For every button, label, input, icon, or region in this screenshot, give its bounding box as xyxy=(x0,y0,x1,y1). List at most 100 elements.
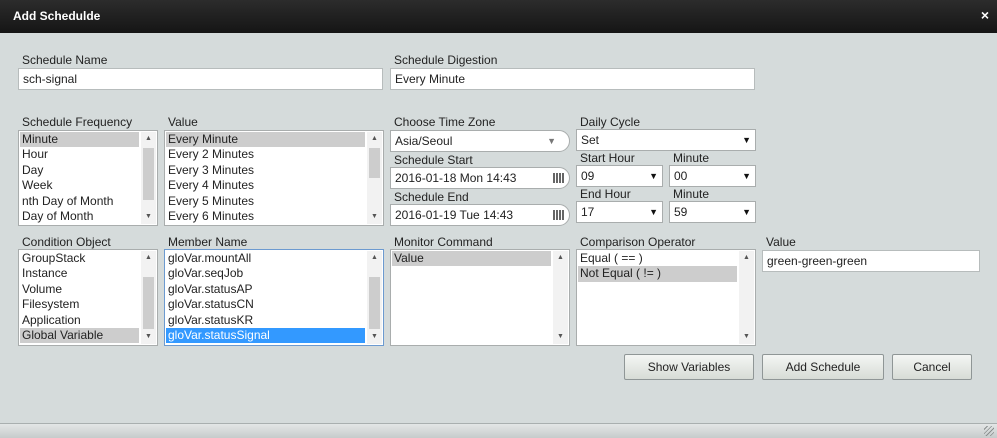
start-hour-value: 09 xyxy=(581,169,595,183)
show-variables-button[interactable]: Show Variables xyxy=(624,354,754,380)
scroll-up-icon[interactable]: ▲ xyxy=(367,132,382,146)
list-item[interactable]: Minute xyxy=(20,132,139,148)
comparison-operator-label: Comparison Operator xyxy=(580,235,696,249)
list-item[interactable]: Day xyxy=(20,163,139,178)
scrollbar[interactable]: ▲ ▼ xyxy=(367,132,382,224)
scroll-down-icon[interactable]: ▼ xyxy=(739,330,754,344)
time-zone-select[interactable]: Asia/Seoul ▼ xyxy=(390,130,570,152)
end-minute-select[interactable]: 59 ▼ xyxy=(669,201,756,223)
scroll-up-icon[interactable]: ▲ xyxy=(141,251,156,265)
condition-object-list[interactable]: GroupStack Instance Volume Filesystem Ap… xyxy=(18,249,158,346)
schedule-digestion-input[interactable]: Every Minute xyxy=(390,68,755,90)
calendar-icon[interactable] xyxy=(553,210,565,220)
schedule-end-input[interactable]: 2016-01-19 Tue 14:43 xyxy=(390,204,570,226)
schedule-name-input[interactable]: sch-signal xyxy=(18,68,383,90)
scrollbar[interactable]: ▲ ▼ xyxy=(367,251,382,344)
chevron-down-icon: ▼ xyxy=(742,207,751,217)
dialog-title: Add Schedulde xyxy=(13,9,101,23)
list-item[interactable]: Value xyxy=(392,251,551,267)
compare-value-input[interactable]: green-green-green xyxy=(762,250,980,272)
list-item[interactable]: gloVar.mountAll xyxy=(166,251,365,266)
member-name-label: Member Name xyxy=(168,235,248,249)
list-item[interactable]: GroupStack xyxy=(20,251,139,266)
value-list[interactable]: Every Minute Every 2 Minutes Every 3 Min… xyxy=(164,130,384,226)
time-zone-label: Choose Time Zone xyxy=(394,115,496,129)
end-hour-select[interactable]: 17 ▼ xyxy=(576,201,663,223)
scrollbar-thumb[interactable] xyxy=(143,148,154,200)
resize-grip-icon[interactable] xyxy=(984,426,994,436)
schedule-start-label: Schedule Start xyxy=(394,153,473,167)
schedule-end-value: 2016-01-19 Tue 14:43 xyxy=(395,208,514,222)
list-item[interactable]: Day of Month xyxy=(20,209,139,224)
list-item[interactable]: nth Day of Month xyxy=(20,194,139,209)
list-item[interactable]: Hour xyxy=(20,147,139,162)
dialog-title-bar: Add Schedulde × xyxy=(0,0,997,33)
list-item[interactable]: Every 4 Minutes xyxy=(166,178,365,193)
scroll-up-icon[interactable]: ▲ xyxy=(367,251,382,265)
dialog-body: Schedule Name sch-signal Schedule Digest… xyxy=(0,33,997,423)
condition-object-label: Condition Object xyxy=(22,235,111,249)
chevron-down-icon: ▼ xyxy=(649,171,658,181)
list-item[interactable]: Volume xyxy=(20,282,139,297)
scrollbar-thumb[interactable] xyxy=(369,148,380,178)
calendar-icon[interactable] xyxy=(553,173,565,183)
start-minute-value: 00 xyxy=(674,169,688,183)
start-hour-label: Start Hour xyxy=(580,151,635,165)
scrollbar[interactable]: ▲ ▼ xyxy=(141,251,156,344)
list-item[interactable]: gloVar.statusCN xyxy=(166,297,365,312)
scroll-down-icon[interactable]: ▼ xyxy=(553,330,568,344)
scrollbar-thumb[interactable] xyxy=(143,277,154,329)
start-hour-select[interactable]: 09 ▼ xyxy=(576,165,663,187)
list-item[interactable]: Every Minute xyxy=(166,132,365,148)
list-item[interactable]: Not Equal ( != ) xyxy=(578,266,737,282)
list-item[interactable]: Every 2 Minutes xyxy=(166,147,365,162)
scroll-down-icon[interactable]: ▼ xyxy=(367,210,382,224)
daily-cycle-value: Set xyxy=(581,133,600,147)
scroll-down-icon[interactable]: ▼ xyxy=(141,210,156,224)
end-minute-value: 59 xyxy=(674,205,688,219)
schedule-digestion-label: Schedule Digestion xyxy=(394,53,498,67)
chevron-down-icon: ▼ xyxy=(742,135,751,145)
schedule-frequency-list[interactable]: Minute Hour Day Week nth Day of Month Da… xyxy=(18,130,158,226)
list-item[interactable]: gloVar.statusSignal xyxy=(166,327,365,344)
list-item[interactable]: Filesystem xyxy=(20,297,139,312)
end-hour-value: 17 xyxy=(581,205,595,219)
list-item[interactable]: Every 5 Minutes xyxy=(166,194,365,209)
list-item[interactable]: Global Variable xyxy=(20,327,139,344)
list-item[interactable]: gloVar.seqJob xyxy=(166,266,365,281)
schedule-name-label: Schedule Name xyxy=(22,53,108,67)
monitor-command-label: Monitor Command xyxy=(394,235,493,249)
scroll-up-icon[interactable]: ▲ xyxy=(141,132,156,146)
list-item[interactable]: Every 6 Minutes xyxy=(166,209,365,224)
end-hour-label: End Hour xyxy=(580,187,631,201)
scrollbar-thumb[interactable] xyxy=(369,277,380,329)
scroll-up-icon[interactable]: ▲ xyxy=(553,251,568,265)
member-name-list[interactable]: gloVar.mountAll gloVar.seqJob gloVar.sta… xyxy=(164,249,384,346)
scroll-up-icon[interactable]: ▲ xyxy=(739,251,754,265)
list-item[interactable]: gloVar.statusAP xyxy=(166,282,365,297)
scroll-down-icon[interactable]: ▼ xyxy=(367,330,382,344)
close-icon[interactable]: × xyxy=(981,7,989,23)
list-item[interactable]: gloVar.statusKR xyxy=(166,313,365,328)
daily-cycle-select[interactable]: Set ▼ xyxy=(576,129,756,151)
schedule-end-label: Schedule End xyxy=(394,190,469,204)
scrollbar[interactable]: ▲ ▼ xyxy=(739,251,754,344)
add-schedule-button[interactable]: Add Schedule xyxy=(762,354,884,380)
monitor-command-list[interactable]: Value ▲ ▼ xyxy=(390,249,570,346)
list-item[interactable]: Week xyxy=(20,178,139,193)
comparison-operator-list[interactable]: Equal ( == ) Not Equal ( != ) ▲ ▼ xyxy=(576,249,756,346)
start-minute-select[interactable]: 00 ▼ xyxy=(669,165,756,187)
list-item[interactable]: Every 3 Minutes xyxy=(166,163,365,178)
daily-cycle-label: Daily Cycle xyxy=(580,115,641,129)
chevron-down-icon: ▼ xyxy=(742,171,751,181)
list-item[interactable]: Instance xyxy=(20,266,139,281)
scrollbar[interactable]: ▲ ▼ xyxy=(553,251,568,344)
list-item[interactable]: Equal ( == ) xyxy=(578,251,737,266)
scrollbar[interactable]: ▲ ▼ xyxy=(141,132,156,224)
schedule-start-value: 2016-01-18 Mon 14:43 xyxy=(395,171,517,185)
end-minute-label: Minute xyxy=(673,187,710,201)
schedule-start-input[interactable]: 2016-01-18 Mon 14:43 xyxy=(390,167,570,189)
cancel-button[interactable]: Cancel xyxy=(892,354,972,380)
scroll-down-icon[interactable]: ▼ xyxy=(141,330,156,344)
list-item[interactable]: Application xyxy=(20,313,139,328)
